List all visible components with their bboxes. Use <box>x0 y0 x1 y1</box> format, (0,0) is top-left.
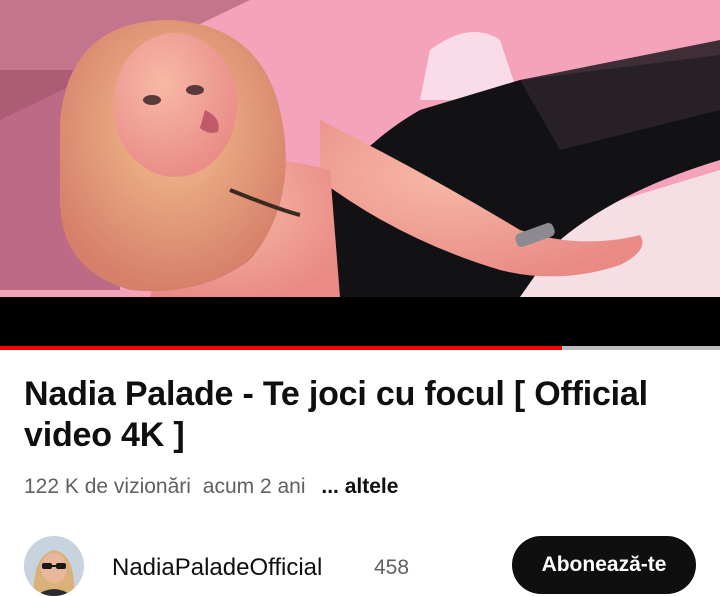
video-meta: 122 K de vizionări acum 2 ani ... altele <box>24 475 404 499</box>
player-controls-bar[interactable] <box>0 297 720 346</box>
video-frame <box>0 0 720 297</box>
upload-age: acum 2 ani <box>202 475 306 498</box>
video-progress-fill <box>0 346 562 350</box>
channel-avatar[interactable] <box>24 536 84 596</box>
video-title: Nadia Palade - Te joci cu focul [ Offici… <box>24 375 648 454</box>
more-link[interactable]: ... altele <box>321 475 398 498</box>
avatar-image <box>24 536 84 596</box>
subscriber-count: 458 <box>374 556 410 579</box>
video-progress-bar[interactable] <box>0 346 720 350</box>
subscribe-button[interactable]: Abonează-te <box>512 536 696 594</box>
channel-name[interactable]: NadiaPaladeOfficial <box>112 554 322 582</box>
video-player[interactable] <box>0 0 720 297</box>
view-count: 122 K de vizionări <box>24 475 191 498</box>
channel-row: NadiaPaladeOfficial 458 Abonează-te <box>24 536 696 596</box>
